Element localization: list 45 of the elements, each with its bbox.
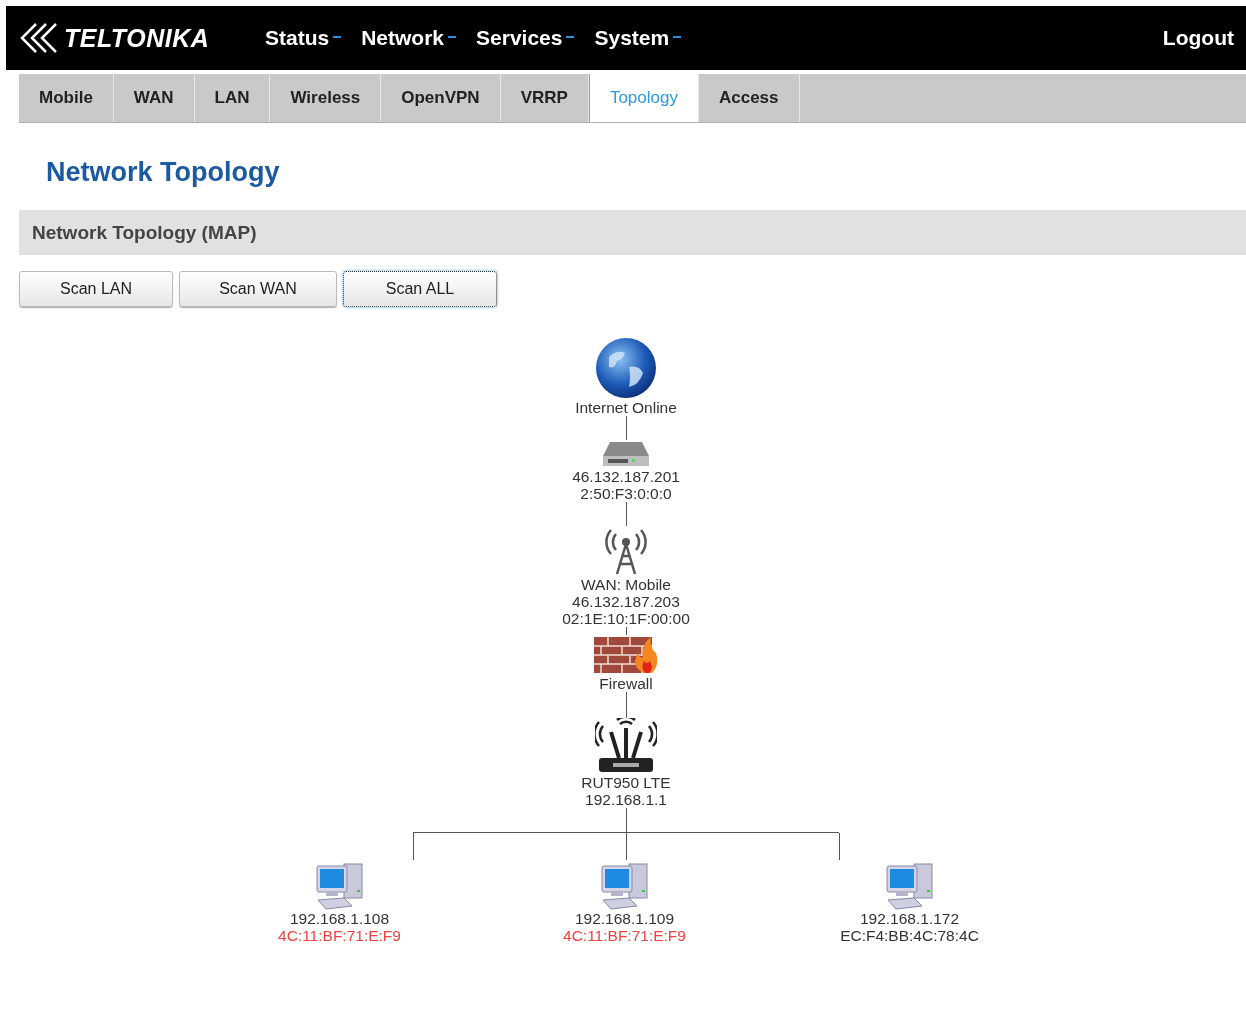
caret-icon [673,35,682,41]
caret-icon [566,35,575,41]
client-mac: EC:F4:BB:4C:78:4C [840,927,979,944]
logo-icon [20,22,60,54]
section-header: Network Topology (MAP) [19,210,1246,255]
tab[interactable]: OpenVPN [381,74,501,122]
tab[interactable]: LAN [194,74,271,122]
tab[interactable]: VRRP [500,74,589,122]
tab[interactable]: Mobile [19,74,114,122]
client-ip: 192.168.1.108 [289,910,390,927]
globe-icon [595,337,657,399]
client-mac: 4C:11:BF:71:E:F9 [563,927,686,944]
client-mac: 4C:11:BF:71:E:F9 [278,927,401,944]
node-label: 02:1E:10:1F:00:00 [562,610,690,627]
tab[interactable]: WAN [113,74,195,122]
page-title: Network Topology [46,157,281,188]
scan-button[interactable]: Scan LAN [19,271,173,307]
caret-icon [333,35,342,41]
node-label: WAN: Mobile [581,576,671,593]
nav-menu-item[interactable]: Services [476,26,575,50]
network-switch-icon [602,440,650,468]
client-ip: 192.168.1.109 [574,910,675,927]
desktop-computer-icon [598,860,651,910]
node-label: Firewall [599,675,653,692]
desktop-computer-icon [883,860,936,910]
tab[interactable]: Access [698,74,800,122]
desktop-computer-icon [313,860,366,910]
nav-menu-item[interactable]: System [594,26,682,50]
node-label: 46.132.187.203 [572,593,680,610]
nav-menu-item[interactable]: Status [265,26,342,50]
node-label: Internet Online [575,399,677,416]
tab[interactable]: Wireless [270,74,382,122]
scan-button[interactable]: Scan ALL [343,271,497,307]
client-ip: 192.168.1.172 [859,910,960,927]
nav-menu-item[interactable]: Network [361,26,457,50]
node-label: 46.132.187.201 [572,468,680,485]
node-label: 2:50:F3:0:0:0 [580,485,672,502]
brand-logo: TELTONIKA [64,23,210,53]
caret-icon [448,35,457,41]
node-label: RUT950 LTE [581,774,671,791]
scan-button[interactable]: Scan WAN [179,271,337,307]
wireless-router-icon [595,718,657,774]
logout-link[interactable]: Logout [1162,26,1234,50]
firewall-icon [594,635,658,675]
node-label: 192.168.1.1 [585,791,667,808]
